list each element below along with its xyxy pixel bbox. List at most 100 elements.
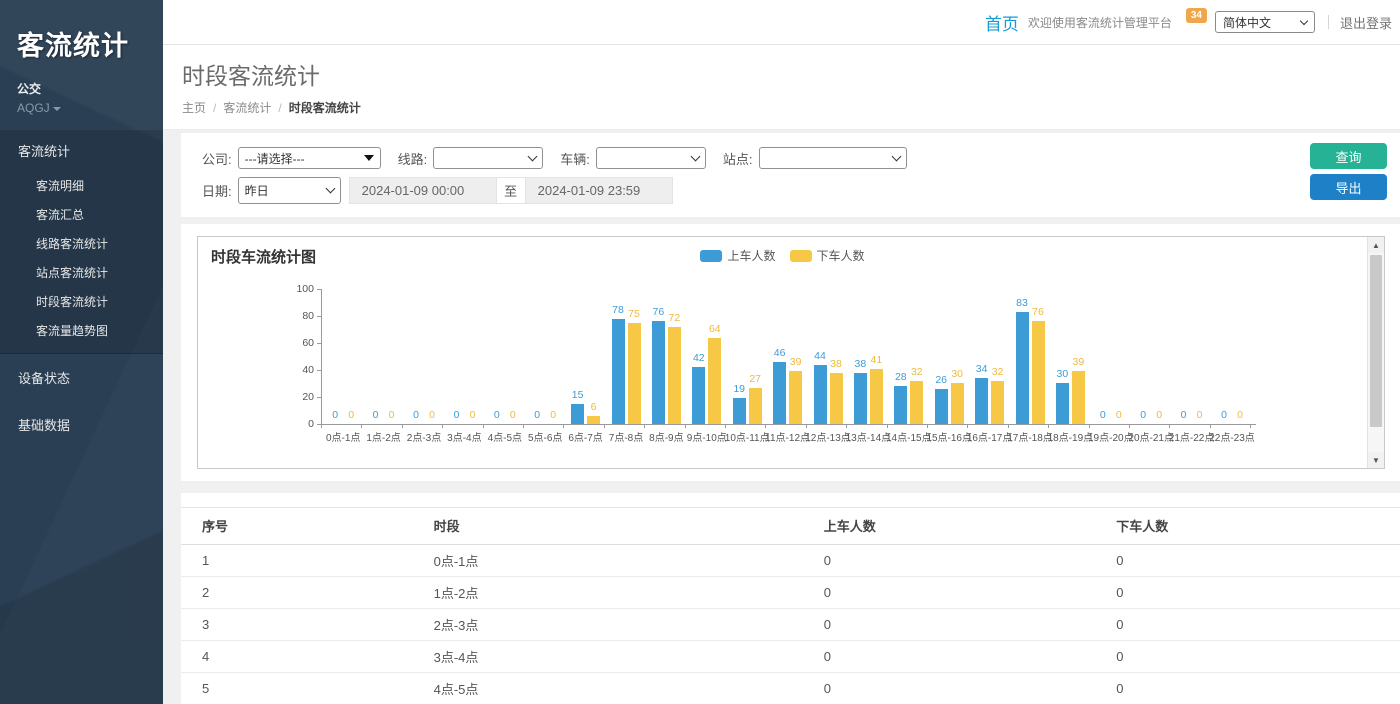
x-tick-label: 22点-23点	[1208, 429, 1256, 444]
bar-value-label: 30	[944, 368, 970, 380]
hourly-flow-chart: 时段车流统计图 上车人数下车人数 0204060801000点-1点001点-2…	[197, 236, 1385, 469]
bar-boarding	[692, 367, 705, 424]
company-select[interactable]: ---请选择---	[238, 147, 381, 169]
chevron-down-icon	[325, 184, 335, 194]
x-tick-mark	[402, 424, 403, 428]
sidebar-subitem[interactable]: 线路客流统计	[0, 229, 163, 258]
x-tick-mark	[927, 424, 928, 428]
table-cell: 3	[181, 609, 413, 641]
date-to-input[interactable]: 2024-01-09 23:59	[525, 177, 673, 204]
bar-boarding	[733, 398, 746, 424]
breadcrumb-section[interactable]: 客流统计	[223, 101, 271, 115]
table-cell: 1	[181, 545, 413, 577]
bar-value-label: 15	[565, 389, 591, 401]
scroll-up-icon[interactable]: ▲	[1368, 237, 1384, 253]
bar-boarding	[773, 362, 786, 424]
date-preset-select[interactable]: 昨日	[238, 177, 341, 204]
sidebar-item-base-data[interactable]: 基础数据	[0, 401, 163, 448]
chevron-down-icon	[690, 151, 700, 161]
bar-alighting	[708, 338, 721, 424]
bar-boarding	[814, 365, 827, 424]
bar-value-label: 75	[621, 308, 647, 320]
sidebar-subitem[interactable]: 时段客流统计	[0, 287, 163, 316]
sidebar-subitem[interactable]: 客流明细	[0, 171, 163, 200]
sidebar-section-passenger-stats: 客流统计 客流明细客流汇总线路客流统计站点客流统计时段客流统计客流量趋势图	[0, 129, 163, 354]
line-select[interactable]	[433, 147, 543, 169]
breadcrumb-home[interactable]: 主页	[182, 101, 206, 115]
station-label: 站点:	[723, 149, 753, 168]
main-content: 时段客流统计 主页/客流统计/时段客流统计 公司: ---请选择--- 线路: …	[163, 45, 1400, 704]
sidebar-item-device-status[interactable]: 设备状态	[0, 354, 163, 401]
notification-badge[interactable]: 34	[1186, 8, 1207, 23]
table-row: 10点-1点00	[181, 545, 1400, 577]
home-link[interactable]: 首页	[985, 10, 1019, 35]
line-label: 线路:	[398, 149, 428, 168]
table-header-cell: 时段	[413, 508, 803, 545]
breadcrumb-current: 时段客流统计	[289, 101, 361, 115]
x-tick-mark	[1089, 424, 1090, 428]
sidebar-subitem[interactable]: 站点客流统计	[0, 258, 163, 287]
table-cell: 0	[1095, 641, 1400, 673]
y-axis	[321, 289, 322, 425]
sidebar-item-passenger-stats[interactable]: 客流统计	[0, 130, 163, 171]
bar-alighting	[991, 381, 1004, 424]
scroll-down-icon[interactable]: ▼	[1368, 452, 1384, 468]
chart-scrollbar[interactable]: ▲ ▼	[1367, 237, 1384, 468]
table-row: 43点-4点00	[181, 641, 1400, 673]
bar-value-label: 0	[1187, 409, 1213, 421]
y-tick-mark	[317, 316, 321, 317]
y-tick-label: 20	[284, 391, 314, 403]
bar-value-label: 72	[661, 312, 687, 324]
page-title: 时段客流统计	[182, 57, 1400, 91]
user-dropdown[interactable]: AQGJ	[17, 101, 163, 115]
bar-boarding	[935, 389, 948, 424]
chevron-down-icon	[1300, 16, 1308, 24]
y-tick-mark	[317, 397, 321, 398]
sidebar-subitem[interactable]: 客流量趋势图	[0, 316, 163, 345]
table-header-cell: 上车人数	[803, 508, 1096, 545]
table-cell: 0	[1095, 545, 1400, 577]
table-panel: 序号时段上车人数下车人数 10点-1点0021点-2点0032点-3点0043点…	[181, 493, 1400, 704]
bar-alighting	[870, 369, 883, 424]
x-tick-mark	[1048, 424, 1049, 428]
table-cell: 2点-3点	[413, 609, 803, 641]
date-from-input[interactable]: 2024-01-09 00:00	[349, 177, 497, 204]
bar-value-label: 0	[338, 409, 364, 421]
y-tick-label: 100	[284, 283, 314, 295]
bar-value-label: 0	[1146, 409, 1172, 421]
vehicle-select[interactable]	[596, 147, 706, 169]
table-cell: 0	[1095, 609, 1400, 641]
bar-alighting	[1032, 321, 1045, 424]
x-tick-mark	[1169, 424, 1170, 428]
language-select[interactable]: 简体中文	[1215, 11, 1315, 33]
x-tick-mark	[361, 424, 362, 428]
company-label: 公司:	[202, 149, 232, 168]
bar-value-label: 0	[379, 409, 405, 421]
query-button[interactable]: 查询	[1310, 143, 1387, 169]
bar-value-label: 0	[500, 409, 526, 421]
x-tick-mark	[1008, 424, 1009, 428]
logout-link[interactable]: 退出登录	[1340, 13, 1392, 32]
bar-value-label: 76	[1025, 306, 1051, 318]
bar-value-label: 32	[904, 366, 930, 378]
x-tick-mark	[1210, 424, 1211, 428]
station-select[interactable]	[759, 147, 907, 169]
export-button[interactable]: 导出	[1310, 174, 1387, 200]
bar-alighting	[668, 327, 681, 424]
bar-alighting	[628, 323, 641, 424]
vehicle-label: 车辆:	[560, 149, 590, 168]
topbar-divider	[1328, 15, 1329, 29]
chart-plot-area: 0204060801000点-1点001点-2点002点-3点003点-4点00…	[198, 237, 1384, 468]
x-tick-mark	[725, 424, 726, 428]
table-cell: 0	[1095, 577, 1400, 609]
table-cell: 3点-4点	[413, 641, 803, 673]
x-tick-mark	[846, 424, 847, 428]
scrollbar-thumb[interactable]	[1370, 255, 1382, 427]
bar-boarding	[652, 321, 665, 424]
y-tick-label: 80	[284, 310, 314, 322]
table-cell: 0	[803, 545, 1096, 577]
bar-boarding	[975, 378, 988, 424]
table-row: 21点-2点00	[181, 577, 1400, 609]
org-name: 公交	[17, 80, 163, 97]
sidebar-subitem[interactable]: 客流汇总	[0, 200, 163, 229]
